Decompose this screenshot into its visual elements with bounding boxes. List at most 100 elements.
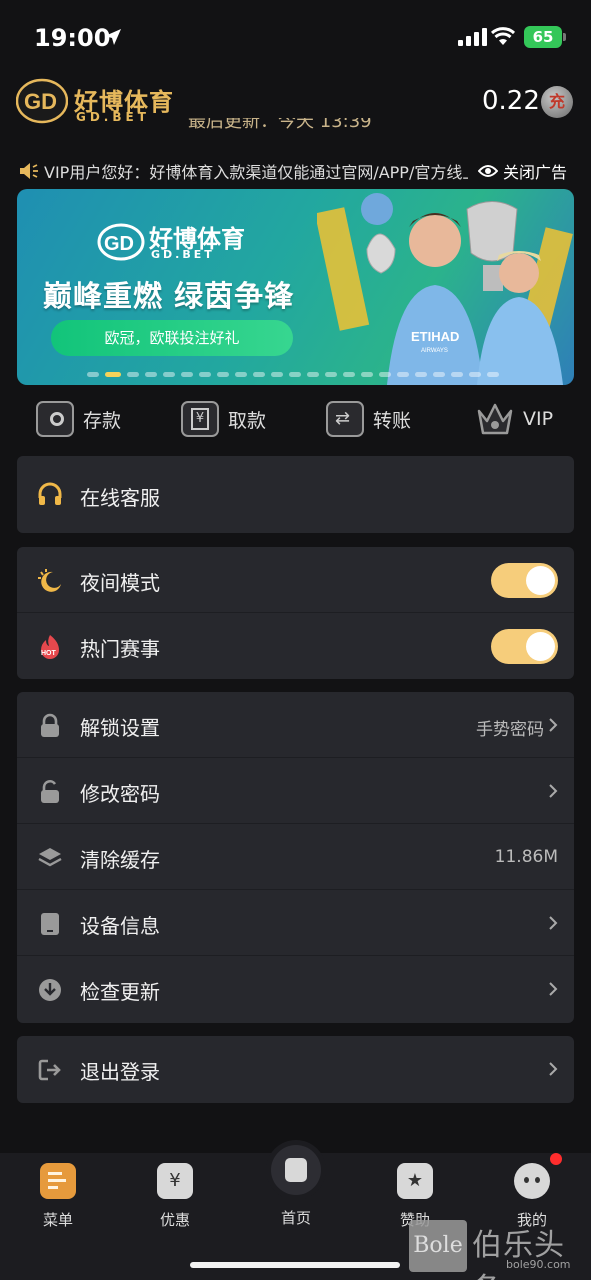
logout-icon xyxy=(38,1059,61,1081)
balance-amount[interactable]: 0.22 xyxy=(482,86,540,116)
device-info-row[interactable]: 设备信息 xyxy=(17,890,574,956)
banner-dot[interactable] xyxy=(181,372,193,377)
unlock-settings-row[interactable]: 解锁设置 手势密码 xyxy=(17,692,574,758)
chevron-right-icon xyxy=(549,784,558,798)
nav-home[interactable]: 首页 xyxy=(256,1207,336,1228)
banner-dot[interactable] xyxy=(307,372,319,377)
banner-brand-domain: GD.BET xyxy=(151,248,215,261)
banner-dot[interactable] xyxy=(145,372,157,377)
banner-dot[interactable] xyxy=(87,372,99,377)
check-update-label: 检查更新 xyxy=(80,980,160,1004)
layers-icon xyxy=(38,848,62,867)
deposit-label: 存款 xyxy=(83,409,122,432)
home-indicator xyxy=(190,1262,400,1268)
banner-dot[interactable] xyxy=(235,372,247,377)
unlock-settings-label: 解锁设置 xyxy=(80,716,160,740)
device-info-label: 设备信息 xyxy=(80,914,160,938)
banner-dot[interactable] xyxy=(361,372,373,377)
notice-bar: VIP用户您好：好博体育入款渠道仅能通过官网/APP/官方线上充值 关闭广告 xyxy=(0,155,591,187)
vip-button[interactable]: VIP xyxy=(476,401,553,437)
close-ad-label: 关闭广告 xyxy=(503,163,568,182)
withdraw-button[interactable]: ¥ 取款 xyxy=(181,401,266,437)
watermark: Bole 伯乐头条 bole90.com xyxy=(406,1220,591,1280)
logout-row[interactable]: 退出登录 xyxy=(17,1036,574,1103)
shirt-sponsor-text: ETIHAD xyxy=(411,329,459,344)
notice-marquee: VIP用户您好：好博体育入款渠道仅能通过官网/APP/官方线上充值 xyxy=(44,163,468,182)
home-icon xyxy=(285,1158,307,1182)
speaker-icon xyxy=(20,163,38,179)
withdraw-label: 取款 xyxy=(228,409,267,432)
banner-dot[interactable] xyxy=(487,372,499,377)
banner-pagination[interactable] xyxy=(87,372,499,377)
nav-menu[interactable]: 菜单 xyxy=(18,1163,98,1230)
tablet-icon xyxy=(41,913,59,935)
notification-dot xyxy=(550,1153,562,1165)
clear-cache-row[interactable]: 清除缓存 11.86M xyxy=(17,824,574,890)
battery-indicator: 65 xyxy=(524,26,562,48)
transfer-icon: ⇄ xyxy=(326,401,364,437)
banner-dot[interactable] xyxy=(271,372,283,377)
chevron-right-icon xyxy=(549,916,558,930)
chevron-right-icon xyxy=(549,1062,558,1076)
banner-dot[interactable] xyxy=(325,372,337,377)
players-trophy-illustration: ETIHAD AIRWAYS xyxy=(317,193,573,385)
signal-icon xyxy=(458,28,487,46)
deposit-button[interactable]: 存款 xyxy=(36,401,121,437)
support-row[interactable]: 在线客服 xyxy=(17,456,574,533)
support-card: 在线客服 xyxy=(17,456,574,533)
night-mode-label: 夜间模式 xyxy=(80,571,160,595)
transfer-label: 转账 xyxy=(373,409,412,432)
cache-size-value: 11.86M xyxy=(494,847,558,867)
settings-card: 解锁设置 手势密码 修改密码 清除缓存 11.86M 设备信息 检查更新 xyxy=(17,692,574,1023)
check-update-row[interactable]: 检查更新 xyxy=(17,956,574,1022)
banner-dot[interactable] xyxy=(105,372,121,377)
banner-dot[interactable] xyxy=(289,372,301,377)
hot-events-toggle[interactable] xyxy=(491,629,558,664)
svg-text:HOT: HOT xyxy=(41,650,57,657)
logout-card: 退出登录 xyxy=(17,1036,574,1103)
nav-promotions[interactable]: ¥ 优惠 xyxy=(135,1163,215,1230)
banner-dot[interactable] xyxy=(199,372,211,377)
shirt-sponsor-sub: AIRWAYS xyxy=(421,348,448,354)
lock-icon xyxy=(41,713,59,737)
banner-dot[interactable] xyxy=(253,372,265,377)
transfer-button[interactable]: ⇄ 转账 xyxy=(326,401,411,437)
svg-text:GD: GD xyxy=(104,233,134,255)
brand-logo-icon: GD xyxy=(16,78,68,124)
location-arrow-icon xyxy=(105,29,121,45)
banner-cta-button[interactable]: 欧冠，欧联投注好礼 xyxy=(51,320,293,356)
banner-dot[interactable] xyxy=(217,372,229,377)
eye-icon xyxy=(478,165,498,177)
banner-dot[interactable] xyxy=(379,372,391,377)
status-bar: 19:00 65 xyxy=(0,0,591,72)
nav-home-bubble[interactable] xyxy=(271,1145,321,1195)
recharge-button[interactable]: 充 xyxy=(541,86,573,118)
nav-home-label: 首页 xyxy=(280,1209,311,1227)
logo-letters: GD xyxy=(24,89,57,114)
banner-dot[interactable] xyxy=(415,372,427,377)
banner-dot[interactable] xyxy=(451,372,463,377)
quick-actions: 存款 ¥ 取款 ⇄ 转账 VIP xyxy=(0,397,591,443)
vip-label: VIP xyxy=(523,408,554,430)
nav-menu-label: 菜单 xyxy=(42,1211,73,1229)
support-label: 在线客服 xyxy=(80,486,160,510)
nav-promotions-label: 优惠 xyxy=(159,1211,190,1229)
banner-logo-icon: GD xyxy=(97,223,145,261)
banner-dot[interactable] xyxy=(343,372,355,377)
night-mode-toggle[interactable] xyxy=(491,563,558,598)
change-password-row[interactable]: 修改密码 xyxy=(17,758,574,824)
banner-headline: 巅峰重燃 绿茵争锋 xyxy=(43,279,295,313)
close-ad-button[interactable]: 关闭广告 xyxy=(478,159,567,183)
battery-nub xyxy=(563,33,566,41)
banner-dot[interactable] xyxy=(127,372,139,377)
hot-icon: HOT xyxy=(41,635,59,659)
chevron-right-icon xyxy=(549,718,558,732)
promo-banner[interactable]: GD 好博体育 GD.BET 巅峰重燃 绿茵争锋 欧冠，欧联投注好礼 ETIHA… xyxy=(17,189,574,385)
banner-dot[interactable] xyxy=(433,372,445,377)
watermark-text: 伯乐头条 xyxy=(472,1228,565,1280)
status-time: 19:00 xyxy=(34,24,111,52)
banner-dot[interactable] xyxy=(397,372,409,377)
banner-dot[interactable] xyxy=(469,372,481,377)
banner-dot[interactable] xyxy=(163,372,175,377)
withdraw-icon: ¥ xyxy=(181,401,219,437)
